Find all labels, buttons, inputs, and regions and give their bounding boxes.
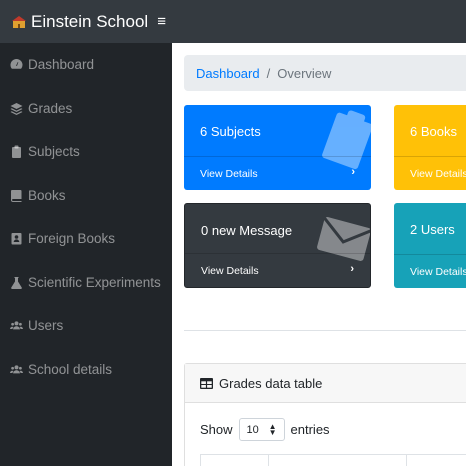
sidebar-item-label: Subjects bbox=[28, 144, 80, 160]
sidebar-item-subjects[interactable]: Subjects bbox=[0, 130, 172, 174]
tachometer-icon bbox=[10, 58, 23, 71]
view-details-link[interactable]: View Details bbox=[185, 253, 370, 287]
view-details-label: View Details bbox=[201, 264, 259, 277]
view-details-label: View Details bbox=[410, 265, 466, 278]
card-title: 6 Books bbox=[410, 124, 457, 139]
brand-title[interactable]: Einstein School bbox=[31, 12, 148, 32]
sidebar-item-users[interactable]: Users bbox=[0, 304, 172, 348]
sidebar-item-foreign-books[interactable]: Foreign Books bbox=[0, 217, 172, 261]
sidebar-item-label: Dashboard bbox=[28, 57, 95, 73]
sidebar-item-scientific-experiments[interactable]: Scientific Experiments bbox=[0, 261, 172, 305]
sidebar-item-label: School details bbox=[28, 361, 113, 377]
chevron-right-icon: › bbox=[350, 263, 354, 275]
flask-icon bbox=[10, 276, 23, 289]
show-label: Show bbox=[200, 422, 233, 437]
menu-toggle-button[interactable]: ≡ bbox=[157, 14, 166, 29]
layers-icon bbox=[10, 102, 23, 115]
sidebar-item-school-details[interactable]: School details bbox=[0, 348, 172, 392]
sidebar-item-label: Scientific Experiments bbox=[28, 274, 161, 290]
breadcrumb-link-dashboard[interactable]: Dashboard bbox=[196, 66, 260, 81]
select-arrows-icon: ▲ ▼ bbox=[268, 421, 277, 437]
users-card: 2 Users View Details bbox=[394, 203, 466, 288]
sidebar-item-label: Books bbox=[28, 187, 66, 203]
view-details-link[interactable]: View Details bbox=[394, 254, 466, 288]
sidebar-item-dashboard[interactable]: Dashboard bbox=[0, 43, 172, 87]
top-navbar: Einstein School ≡ bbox=[0, 0, 466, 43]
view-details-link[interactable]: View Details bbox=[394, 156, 466, 190]
book-icon bbox=[10, 189, 23, 202]
table-column-border bbox=[268, 455, 269, 466]
chevron-right-icon: › bbox=[351, 166, 355, 178]
entries-length-control: Show 10 ▲ ▼ entries bbox=[200, 418, 330, 441]
table-card-header: Grades data table bbox=[185, 364, 466, 403]
grades-table-card: Grades data table Show 10 ▲ ▼ entries bbox=[184, 363, 466, 466]
card-title: 2 Users bbox=[410, 222, 455, 237]
table-column-border bbox=[200, 455, 201, 466]
sidebar-item-label: Grades bbox=[28, 100, 73, 116]
card-title: 0 new Message bbox=[201, 223, 293, 238]
subjects-card: 6 Subjects View Details › bbox=[184, 105, 371, 190]
breadcrumb-separator: / bbox=[266, 65, 271, 81]
view-details-link[interactable]: View Details bbox=[184, 156, 371, 190]
users-icon bbox=[10, 319, 23, 332]
users-icon bbox=[10, 363, 23, 376]
address-book-icon bbox=[10, 232, 23, 245]
school-icon bbox=[12, 15, 26, 29]
divider bbox=[184, 330, 466, 331]
view-details-label: View Details bbox=[200, 167, 258, 180]
books-card: 6 Books View Details bbox=[394, 105, 466, 190]
card-title: 6 Subjects bbox=[200, 124, 261, 139]
entries-select[interactable]: 10 ▲ ▼ bbox=[238, 418, 285, 441]
clipboard-icon bbox=[10, 145, 23, 159]
table-icon bbox=[200, 377, 213, 389]
sidebar-item-grades[interactable]: Grades bbox=[0, 87, 172, 131]
breadcrumb-current: Overview bbox=[277, 65, 332, 81]
view-details-label: View Details bbox=[410, 167, 466, 180]
entries-select-value: 10 bbox=[246, 423, 259, 436]
entries-label: entries bbox=[290, 422, 330, 437]
table-column-border bbox=[406, 455, 407, 466]
sidebar-item-label: Users bbox=[28, 318, 64, 334]
sidebar-item-books[interactable]: Books bbox=[0, 174, 172, 218]
messages-card: 0 new Message View Details › bbox=[184, 203, 371, 288]
data-table bbox=[200, 454, 466, 466]
main-content: Dashboard / Overview 6 Subjects View Det… bbox=[172, 43, 466, 466]
table-card-title: Grades data table bbox=[219, 375, 323, 391]
breadcrumb: Dashboard / Overview bbox=[184, 55, 466, 91]
sidebar: Dashboard Grades Subjects Books Foreign … bbox=[0, 43, 172, 466]
sidebar-item-label: Foreign Books bbox=[28, 231, 116, 247]
